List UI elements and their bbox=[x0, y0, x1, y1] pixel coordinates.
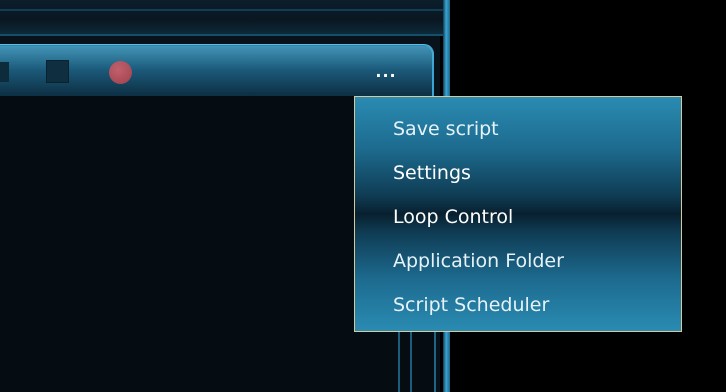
menu-item-save-script[interactable]: Save script bbox=[355, 107, 681, 151]
menu-item-script-scheduler[interactable]: Script Scheduler bbox=[355, 283, 681, 327]
menu-item-settings[interactable]: Settings bbox=[355, 151, 681, 195]
context-menu: Save script Settings Loop Control Applic… bbox=[354, 96, 682, 332]
menu-item-loop-control[interactable]: Loop Control bbox=[355, 195, 681, 239]
recorder-toolbar: ... bbox=[0, 44, 434, 97]
partial-toolbar-button[interactable] bbox=[0, 62, 9, 82]
title-strip bbox=[0, 0, 446, 36]
record-icon[interactable] bbox=[109, 61, 132, 84]
menu-item-application-folder[interactable]: Application Folder bbox=[355, 239, 681, 283]
more-options-button[interactable]: ... bbox=[366, 64, 406, 81]
screen: ... Save script Settings Loop Control Ap… bbox=[0, 0, 726, 392]
stop-icon[interactable] bbox=[46, 60, 69, 83]
title-strip-divider bbox=[0, 9, 446, 11]
panel-border-line bbox=[398, 330, 400, 392]
panel-border-line bbox=[410, 330, 412, 392]
